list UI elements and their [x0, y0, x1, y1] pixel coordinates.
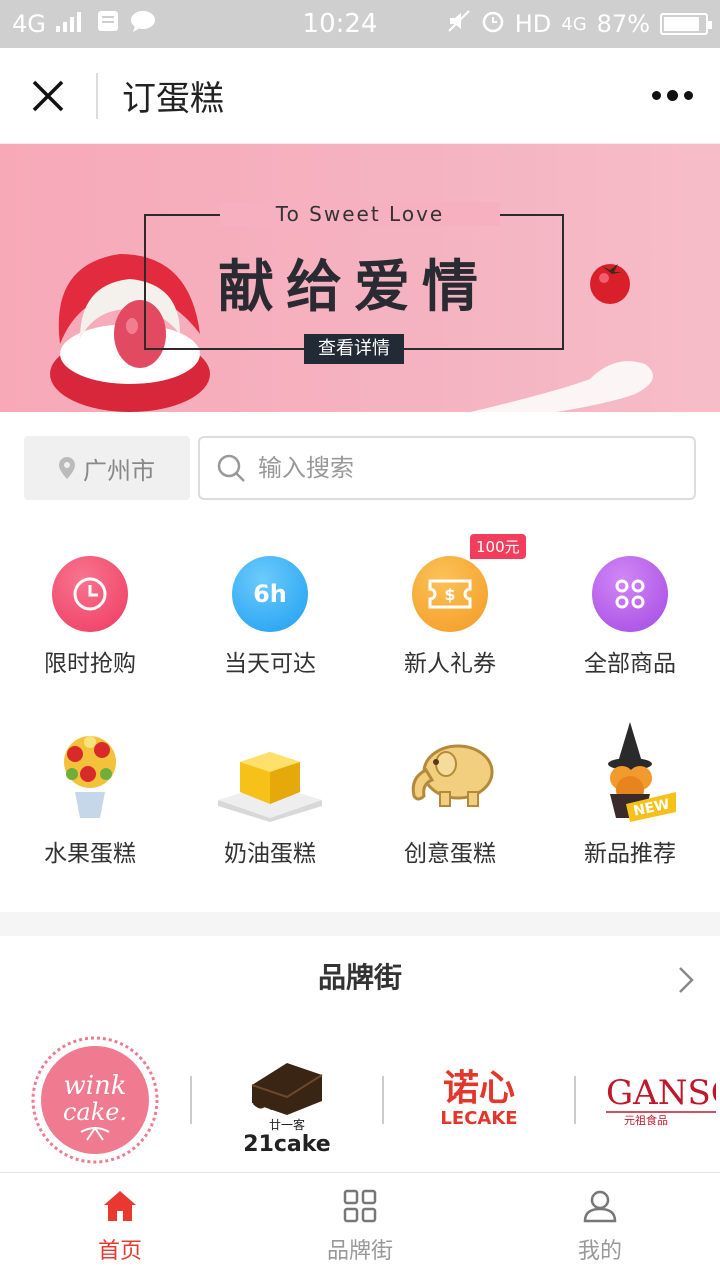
brand-line1: GANSO [606, 1073, 716, 1113]
page-title: 订蛋糕 [122, 79, 224, 119]
app-notification-icon [96, 9, 120, 39]
tab-mine[interactable]: 我的 [480, 1173, 720, 1280]
category-new-products[interactable]: NEW 新品推荐 [540, 722, 720, 868]
search-icon [217, 454, 245, 482]
section-separator [0, 912, 720, 936]
svg-text:$: $ [444, 585, 455, 604]
network-label: 4G [12, 10, 46, 38]
menu-new-user-coupon[interactable]: 100元 $ 新人礼券 [360, 534, 540, 678]
city-selector[interactable]: 广州市 [24, 436, 190, 500]
category-cream-cake[interactable]: 奶油蛋糕 [180, 722, 360, 868]
brand-list: wink cake. 廿一客 21cake 诺心 LECAKE GANSO 元祖… [0, 1030, 720, 1170]
close-icon [32, 80, 64, 111]
home-icon [104, 1190, 136, 1221]
title-divider [96, 72, 98, 119]
lecake-logo: 诺心 LECAKE [440, 1068, 517, 1129]
clock: 10:24 [302, 9, 378, 39]
brand-line1: wink [63, 1071, 126, 1101]
mute-icon [447, 9, 471, 39]
coupon-badge: 100元 [470, 534, 526, 559]
grid-icon [343, 1189, 377, 1222]
spoon-tomato-illustration [470, 361, 653, 412]
banner-headline: 献给爱情 [218, 255, 490, 320]
category-menu: 水果蛋糕 奶油蛋糕 创意蛋糕 NEW 新品推荐 [0, 722, 720, 868]
tab-label: 品牌街 [326, 1238, 393, 1264]
category-fruit-cake[interactable]: 水果蛋糕 [0, 722, 180, 868]
battery-percent: 87% [596, 10, 650, 38]
brand-21cake[interactable]: 廿一客 21cake [192, 1035, 382, 1165]
ganso-logo: GANSO 元祖食品 [606, 1073, 716, 1127]
brand-lecake[interactable]: 诺心 LECAKE [384, 1035, 574, 1165]
menu-label: 当天可达 [224, 651, 316, 677]
brand-ganso[interactable]: GANSO 元祖食品 [576, 1035, 716, 1165]
city-label: 广州市 [83, 456, 155, 485]
tab-label: 首页 [97, 1238, 142, 1264]
wink-cake-logo: wink cake. [31, 1036, 159, 1164]
menu-label: 限时抢购 [44, 651, 136, 677]
brand-wink-cake[interactable]: wink cake. [0, 1035, 190, 1165]
promo-banner[interactable]: To Sweet Love 献给爱情 查看详情 [0, 144, 720, 412]
clock-icon [52, 556, 128, 632]
status-bar: 4G 10:24 HD 4G 87% [0, 0, 720, 48]
menu-label: 新人礼券 [404, 651, 496, 677]
brand-line2: LECAKE [440, 1108, 517, 1129]
more-dot [666, 90, 678, 101]
alarm-icon [481, 9, 505, 39]
brand-street-title: 品牌街 [317, 961, 402, 994]
more-button[interactable] [624, 48, 720, 144]
chevron-right-icon[interactable] [678, 966, 694, 994]
grid-dots-icon [592, 556, 668, 632]
category-label: 奶油蛋糕 [224, 841, 316, 867]
brand-line1: 廿一客 [269, 1117, 305, 1132]
brand-line1: 诺心 [443, 1068, 515, 1109]
tab-bar: 首页 品牌街 我的 [0, 1172, 720, 1280]
signal-icon [55, 10, 86, 38]
banner-english: To Sweet Love [220, 202, 500, 226]
brand-line2: 元祖食品 [624, 1113, 668, 1127]
tomato-icon [590, 264, 630, 304]
6h-icon: 6h [232, 556, 308, 632]
tab-home[interactable]: 首页 [0, 1173, 240, 1280]
brand-line2: 21cake [243, 1132, 330, 1155]
6h-text: 6h [253, 580, 287, 608]
title-bar: 订蛋糕 [0, 48, 720, 144]
new-cupcake-icon: NEW [608, 722, 676, 822]
menu-all-products[interactable]: 全部商品 [540, 556, 720, 678]
menu-same-day[interactable]: 6h 当天可达 [180, 556, 360, 678]
search-input[interactable] [258, 454, 658, 482]
category-label: 水果蛋糕 [44, 841, 136, 867]
network-right-label: 4G [561, 13, 587, 35]
battery-icon [660, 13, 712, 35]
elephant-cookie-icon [411, 744, 494, 807]
category-label: 新品推荐 [584, 841, 676, 867]
fruit-bouquet-icon [64, 736, 116, 818]
more-dot [651, 91, 661, 100]
category-label: 创意蛋糕 [404, 841, 496, 867]
tab-label: 我的 [577, 1238, 622, 1264]
menu-label: 全部商品 [584, 651, 676, 677]
category-creative-cake[interactable]: 创意蛋糕 [360, 722, 540, 868]
location-pin-icon [59, 457, 75, 479]
banner-detail-button[interactable]: 查看详情 [304, 334, 404, 364]
hd-label: HD [514, 10, 552, 38]
cream-cake-icon [218, 752, 322, 822]
21cake-logo: 廿一客 21cake [243, 1063, 331, 1155]
coupon-icon: $ [412, 556, 488, 632]
search-box[interactable] [198, 436, 696, 500]
quick-menu: 限时抢购 6h 当天可达 100元 $ 新人礼券 全部商品 [0, 534, 720, 678]
menu-flash-sale[interactable]: 限时抢购 [0, 556, 180, 678]
more-dot [683, 91, 693, 100]
search-row: 广州市 [24, 436, 696, 500]
chat-icon [130, 10, 156, 38]
user-icon [583, 1190, 617, 1222]
tab-brand-street[interactable]: 品牌街 [240, 1173, 480, 1280]
brand-line2: cake. [63, 1098, 127, 1126]
close-button[interactable] [0, 48, 96, 144]
